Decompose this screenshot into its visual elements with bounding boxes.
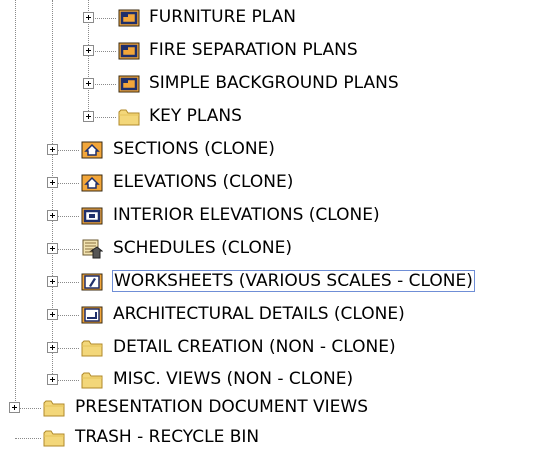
tree-item-label: PRESENTATION DOCUMENT VIEWS <box>75 397 369 417</box>
tree-item-label: SECTIONS (CLONE) <box>113 139 275 159</box>
plan-view-icon <box>118 41 140 61</box>
tree-item-label: SIMPLE BACKGROUND PLANS <box>149 73 399 93</box>
tree-item-key-plans[interactable]: KEY PLANS <box>0 101 540 133</box>
expand-icon[interactable] <box>47 342 58 353</box>
folder-icon <box>118 107 140 127</box>
tree-item-label: TRASH - RECYCLE BIN <box>75 427 260 447</box>
tree-item-label: KEY PLANS <box>149 106 242 126</box>
tree-item-sections-clone[interactable]: SECTIONS (CLONE) <box>0 134 540 166</box>
tree-item-label: MISC. VIEWS (NON - CLONE) <box>113 369 354 389</box>
tree-item-label: FURNITURE PLAN <box>149 7 297 27</box>
expand-icon[interactable] <box>83 111 94 122</box>
tree-item-label: FIRE SEPARATION PLANS <box>149 40 358 60</box>
tree-item-presentation-document-views[interactable]: PRESENTATION DOCUMENT VIEWS <box>0 392 540 424</box>
schedule-icon <box>81 239 103 259</box>
tree-item-worksheets[interactable]: WORKSHEETS (VARIOUS SCALES - CLONE) <box>0 266 540 298</box>
expand-icon[interactable] <box>47 243 58 254</box>
elevation-icon <box>81 173 103 193</box>
tree-item-label: ELEVATIONS (CLONE) <box>113 172 294 192</box>
folder-icon <box>81 338 103 358</box>
tree-item-architectural-details-clone[interactable]: ARCHITECTURAL DETAILS (CLONE) <box>0 299 540 331</box>
tree-item-label: INTERIOR ELEVATIONS (CLONE) <box>113 205 380 225</box>
expand-icon[interactable] <box>47 309 58 320</box>
worksheet-icon <box>81 272 103 292</box>
expand-icon[interactable] <box>47 144 58 155</box>
folder-icon <box>43 428 65 448</box>
tree-item-label: WORKSHEETS (VARIOUS SCALES - CLONE) <box>112 270 475 292</box>
section-icon <box>81 140 103 160</box>
folder-icon <box>81 370 103 390</box>
plan-view-icon <box>118 8 140 28</box>
tree-item-trash-recycle-bin[interactable]: TRASH - RECYCLE BIN <box>0 422 540 454</box>
folder-icon <box>43 398 65 418</box>
expand-icon[interactable] <box>47 276 58 287</box>
interior-elevation-icon <box>81 206 103 226</box>
expand-icon[interactable] <box>47 210 58 221</box>
tree-item-label: ARCHITECTURAL DETAILS (CLONE) <box>113 304 405 324</box>
tree-item-schedules-clone[interactable]: SCHEDULES (CLONE) <box>0 233 540 265</box>
tree-item-elevations-clone[interactable]: ELEVATIONS (CLONE) <box>0 167 540 199</box>
expand-icon[interactable] <box>83 78 94 89</box>
tree-item-detail-creation[interactable]: DETAIL CREATION (NON - CLONE) <box>0 332 540 364</box>
expand-icon[interactable] <box>83 45 94 56</box>
detail-icon <box>81 305 103 325</box>
expand-icon[interactable] <box>9 402 20 413</box>
tree-item-furniture-plan[interactable]: FURNITURE PLAN <box>0 2 540 34</box>
tree-item-label: SCHEDULES (CLONE) <box>113 238 292 258</box>
expand-icon[interactable] <box>47 177 58 188</box>
tree-item-interior-elevations-clone[interactable]: INTERIOR ELEVATIONS (CLONE) <box>0 200 540 232</box>
tree-item-fire-separation-plans[interactable]: FIRE SEPARATION PLANS <box>0 35 540 67</box>
expand-icon[interactable] <box>47 374 58 385</box>
tree-item-simple-background-plans[interactable]: SIMPLE BACKGROUND PLANS <box>0 68 540 100</box>
tree-item-label: DETAIL CREATION (NON - CLONE) <box>113 337 396 357</box>
plan-view-icon <box>118 74 140 94</box>
expand-icon[interactable] <box>83 12 94 23</box>
